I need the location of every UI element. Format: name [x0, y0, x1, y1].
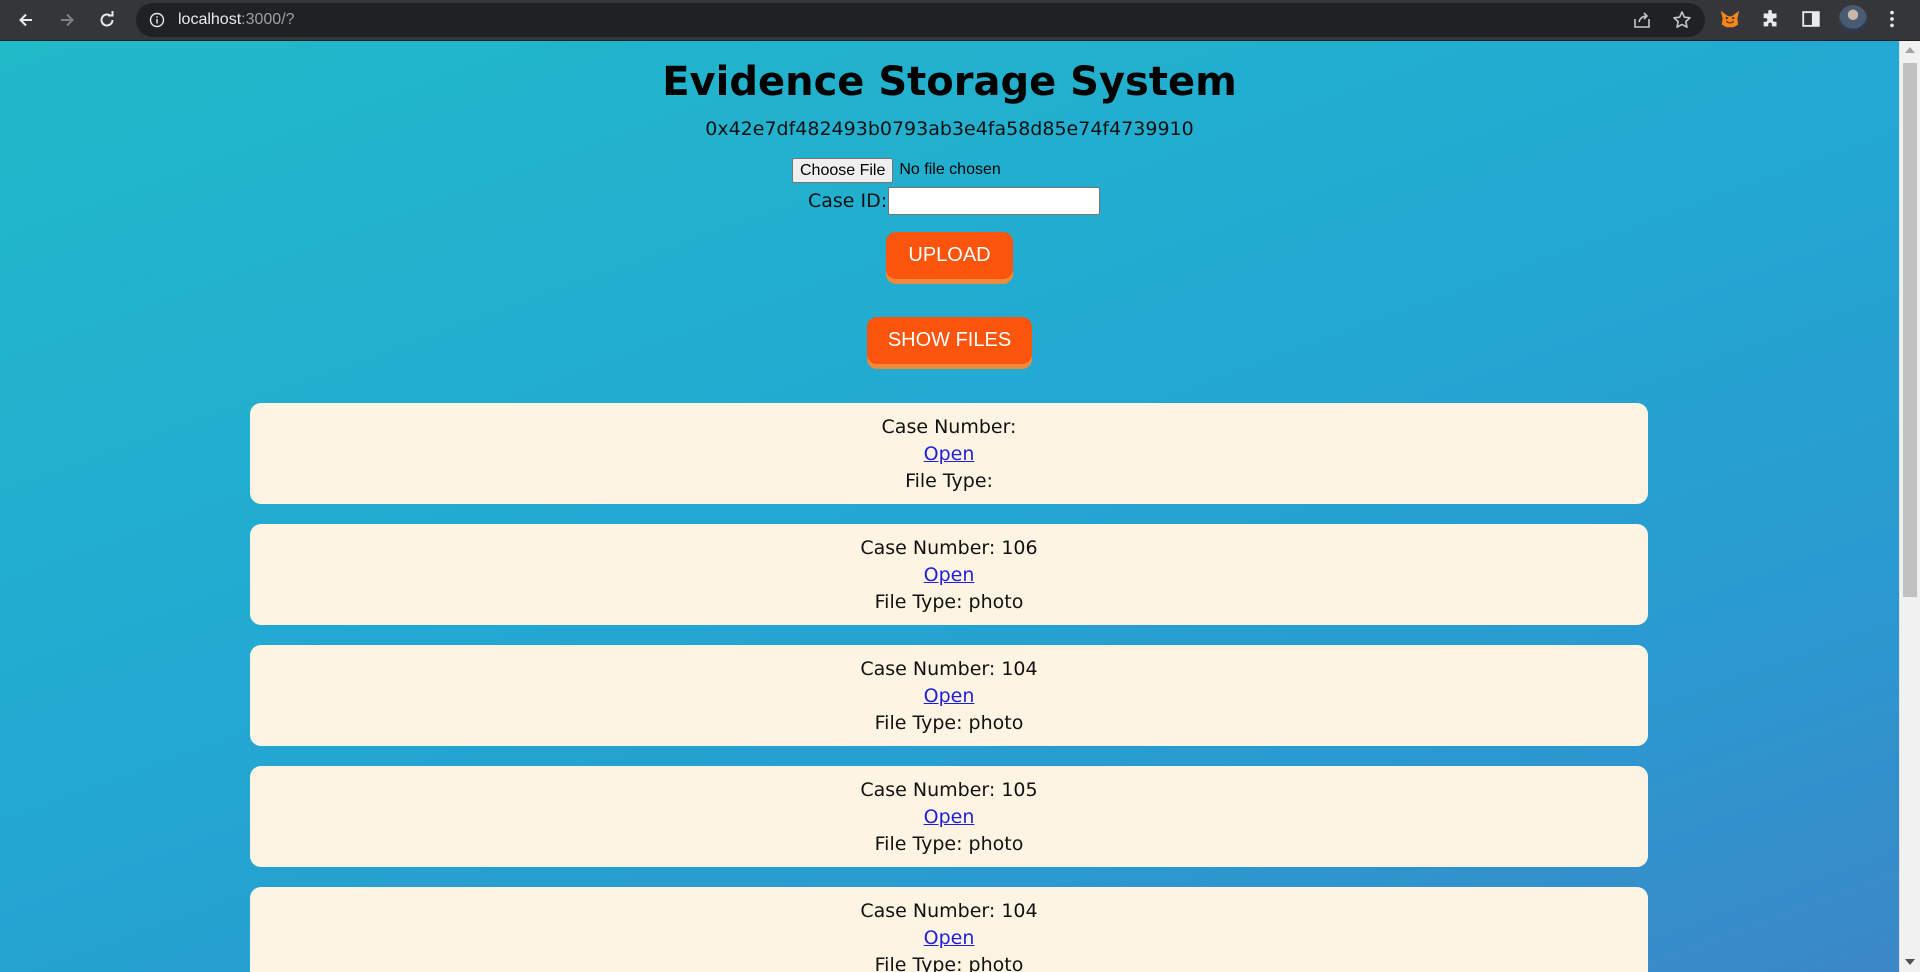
url-host: localhost [178, 11, 242, 28]
file-type: File Type: photo [874, 954, 1024, 972]
share-icon[interactable] [1632, 10, 1652, 30]
scroll-up-arrow-icon[interactable] [1905, 47, 1915, 53]
open-link[interactable]: Open [924, 564, 975, 586]
file-card: Case Number: 106 Open File Type: photo [250, 524, 1648, 625]
open-link[interactable]: Open [924, 927, 975, 949]
case-id-input[interactable] [888, 187, 1101, 215]
reload-icon[interactable] [93, 6, 121, 34]
file-type: File Type: photo [874, 712, 1024, 734]
star-icon[interactable] [1672, 10, 1692, 30]
fox-extension-icon[interactable] [1718, 7, 1742, 31]
page-title: Evidence Storage System [662, 59, 1237, 105]
upload-button[interactable]: UPLOAD [886, 232, 1013, 279]
open-link[interactable]: Open [924, 443, 975, 465]
file-card: Case Number: 104 Open File Type: photo [250, 645, 1648, 746]
show-files-button[interactable]: SHOW FILES [867, 317, 1032, 364]
address-bar[interactable]: localhost:3000/? [136, 3, 1705, 37]
case-number: Case Number: 104 [860, 658, 1038, 680]
file-type: File Type: photo [874, 591, 1024, 613]
open-link[interactable]: Open [924, 685, 975, 707]
back-arrow-icon[interactable] [12, 6, 40, 34]
file-input[interactable]: Choose File No file chosen [792, 157, 1001, 183]
scroll-down-arrow-icon[interactable] [1905, 959, 1915, 965]
kebab-menu-icon[interactable] [1880, 7, 1904, 31]
puzzle-icon[interactable] [1759, 7, 1783, 31]
file-card: Case Number: 104 Open File Type: photo [250, 887, 1648, 972]
choose-file-button[interactable]: Choose File [792, 157, 894, 183]
forward-arrow-icon[interactable] [53, 6, 81, 34]
info-icon[interactable] [149, 12, 165, 28]
case-id-label: Case ID: [808, 190, 888, 212]
file-type: File Type: [905, 470, 993, 492]
file-card: Case Number: 105 Open File Type: photo [250, 766, 1648, 867]
open-link[interactable]: Open [924, 806, 975, 828]
account-address: 0x42e7df482493b0793ab3e4fa58d85e74f47399… [705, 118, 1194, 140]
case-number: Case Number: 104 [860, 900, 1038, 922]
case-number: Case Number: 106 [860, 537, 1038, 559]
url-text[interactable]: localhost:3000/? [178, 10, 295, 30]
page-viewport: Evidence Storage System 0x42e7df482493b0… [0, 41, 1899, 972]
case-id-row: Case ID: [808, 186, 1101, 216]
case-number: Case Number: 105 [860, 779, 1038, 801]
file-type: File Type: photo [874, 833, 1024, 855]
avatar[interactable] [1839, 5, 1867, 33]
file-card: Case Number: Open File Type: [250, 403, 1648, 504]
browser-toolbar: localhost:3000/? [0, 0, 1920, 41]
case-number: Case Number: [881, 416, 1017, 438]
scroll-thumb[interactable] [1903, 63, 1917, 597]
vertical-scrollbar[interactable] [1899, 41, 1920, 972]
side-panel-icon[interactable] [1799, 7, 1823, 31]
url-path: :3000/? [241, 11, 295, 28]
file-chosen-label: No file chosen [899, 161, 1001, 178]
